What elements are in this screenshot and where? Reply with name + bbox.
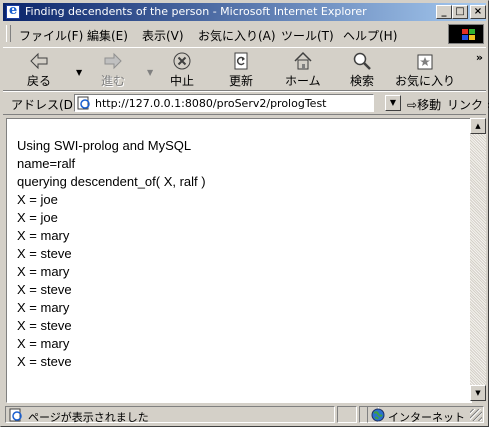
home-icon bbox=[293, 51, 313, 71]
output-line: X = mary bbox=[17, 228, 70, 243]
forward-label: 進む bbox=[101, 74, 126, 88]
output-line: querying descendent_of( X, ralf ) bbox=[17, 174, 206, 189]
menubar-grip[interactable] bbox=[6, 25, 11, 42]
window-title: Finding decendents of the person - Micro… bbox=[25, 5, 367, 18]
go-icon: ⇨ bbox=[407, 98, 418, 112]
stop-label: 中止 bbox=[170, 74, 195, 88]
forward-arrow-icon bbox=[103, 51, 123, 71]
output-line: X = steve bbox=[17, 318, 72, 333]
search-label: 検索 bbox=[350, 74, 375, 88]
favorites-icon bbox=[415, 51, 435, 71]
standard-toolbar: 戻る ▼ 進む ▼ 中止 更新 ホーム 検索 お気に入り » bbox=[3, 47, 486, 91]
menu-favorites[interactable]: お気に入り(A) bbox=[198, 27, 276, 44]
refresh-button[interactable]: 更新 bbox=[229, 51, 253, 89]
browser-window: Finding decendents of the person - Micro… bbox=[0, 0, 489, 427]
resize-grip-icon[interactable] bbox=[470, 409, 482, 421]
menu-edit[interactable]: 編集(E) bbox=[87, 27, 128, 44]
globe-icon bbox=[371, 408, 385, 425]
stop-icon bbox=[172, 51, 192, 71]
forward-dropdown-icon[interactable]: ▼ bbox=[147, 68, 153, 77]
search-icon bbox=[352, 51, 372, 71]
favorites-button[interactable]: お気に入り bbox=[395, 51, 455, 89]
back-button[interactable]: 戻る bbox=[27, 51, 51, 89]
back-dropdown-icon[interactable]: ▼ bbox=[76, 68, 82, 77]
refresh-label: 更新 bbox=[229, 74, 254, 88]
output-line: name=ralf bbox=[17, 156, 76, 171]
go-button[interactable]: ⇨移動 bbox=[407, 96, 441, 113]
scroll-down-button[interactable]: ▼ bbox=[470, 385, 486, 401]
status-text: ページが表示されました bbox=[28, 411, 149, 424]
refresh-icon bbox=[231, 51, 251, 71]
prolog-output: Using SWI-prolog and MySQL name=ralf que… bbox=[17, 137, 206, 371]
output-line: X = steve bbox=[17, 282, 72, 297]
home-label: ホーム bbox=[285, 74, 321, 88]
links-button[interactable]: リンク » bbox=[447, 96, 489, 113]
page-content: Using SWI-prolog and MySQL name=ralf que… bbox=[6, 118, 472, 403]
output-line: X = joe bbox=[17, 192, 58, 207]
menu-tools[interactable]: ツール(T) bbox=[281, 27, 334, 44]
menu-view[interactable]: 表示(V) bbox=[142, 27, 184, 44]
vertical-scrollbar[interactable]: ▲ ▼ bbox=[470, 118, 486, 401]
back-label: 戻る bbox=[27, 74, 52, 88]
output-line: X = steve bbox=[17, 354, 72, 369]
menu-bar: ファイル(F) 編集(E) 表示(V) お気に入り(A) ツール(T) ヘルプ(… bbox=[3, 23, 486, 45]
page-done-icon bbox=[9, 408, 23, 425]
status-message-cell: ページが表示されました bbox=[5, 406, 335, 425]
menu-help[interactable]: ヘルプ(H) bbox=[343, 27, 397, 44]
close-button[interactable]: × bbox=[470, 5, 486, 19]
address-label: アドレス(D) bbox=[11, 98, 78, 112]
address-dropdown-icon[interactable]: ▼ bbox=[385, 95, 401, 111]
windows-logo-icon bbox=[448, 24, 484, 44]
scroll-up-button[interactable]: ▲ bbox=[470, 118, 486, 134]
status-bar: ページが表示されました インターネット bbox=[3, 405, 486, 425]
go-label: 移動 bbox=[417, 98, 442, 112]
address-bar: アドレス(D) http://127.0.0.1:8080/proServ2/p… bbox=[3, 91, 489, 115]
title-bar[interactable]: Finding decendents of the person - Micro… bbox=[3, 3, 486, 21]
output-line: Using SWI-prolog and MySQL bbox=[17, 138, 192, 153]
output-line: X = mary bbox=[17, 300, 70, 315]
address-url: http://127.0.0.1:8080/proServ2/prologTes… bbox=[95, 97, 327, 110]
output-line: X = mary bbox=[17, 336, 70, 351]
ie-icon bbox=[6, 3, 20, 19]
forward-button[interactable]: 進む bbox=[101, 51, 125, 89]
toolbar-more-icon[interactable]: » bbox=[476, 51, 483, 64]
menu-file[interactable]: ファイル(F) bbox=[19, 27, 83, 44]
zone-label: インターネット bbox=[388, 411, 465, 424]
links-label: リンク bbox=[447, 98, 484, 112]
status-cell-blank bbox=[337, 406, 357, 423]
favorites-label: お気に入り bbox=[395, 74, 456, 88]
output-line: X = mary bbox=[17, 264, 70, 279]
security-zone-cell: インターネット bbox=[367, 406, 484, 425]
page-icon bbox=[77, 96, 91, 110]
minimize-button[interactable]: _ bbox=[436, 5, 452, 19]
output-line: X = joe bbox=[17, 210, 58, 225]
maximize-button[interactable]: □ bbox=[452, 5, 468, 19]
address-input[interactable]: http://127.0.0.1:8080/proServ2/prologTes… bbox=[74, 94, 374, 112]
stop-button[interactable]: 中止 bbox=[170, 51, 194, 89]
output-line: X = steve bbox=[17, 246, 72, 261]
home-button[interactable]: ホーム bbox=[285, 51, 321, 89]
back-arrow-icon bbox=[29, 51, 49, 71]
search-button[interactable]: 検索 bbox=[350, 51, 374, 89]
